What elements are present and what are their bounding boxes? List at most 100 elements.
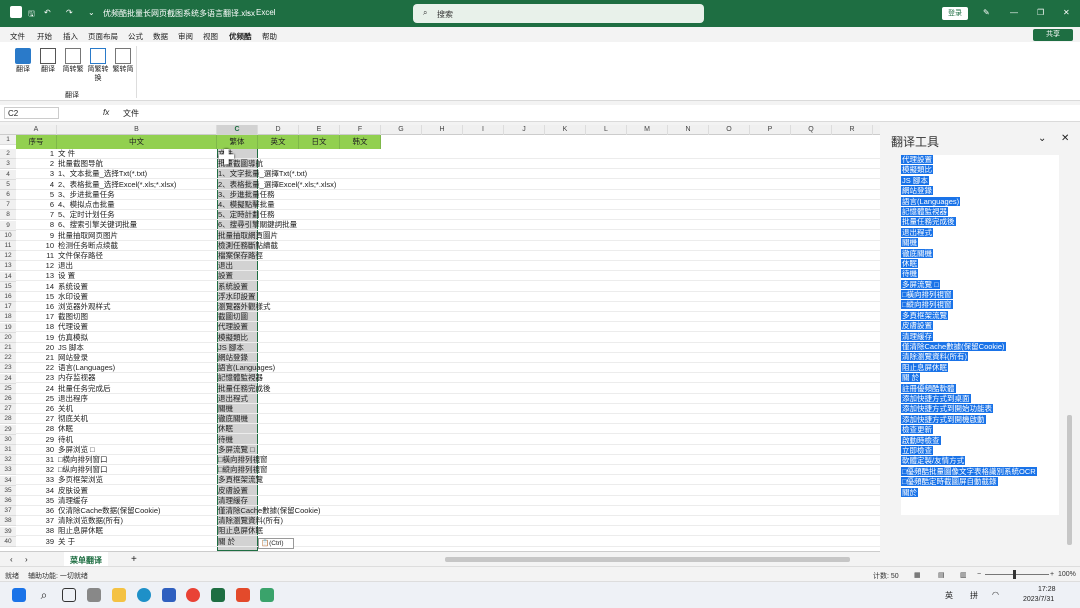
cell-seq[interactable]: 24 (16, 384, 54, 394)
row-header[interactable]: 23 (0, 363, 16, 374)
pane-scrollbar[interactable] (1067, 415, 1072, 545)
translate-doc-button[interactable]: 翻译 (37, 48, 59, 74)
menu-data[interactable]: 数据 (153, 31, 168, 42)
row-header[interactable]: 31 (0, 445, 16, 455)
column-header[interactable]: A (16, 125, 57, 135)
row-header[interactable]: 2 (0, 149, 16, 160)
pane-list-item[interactable]: 模擬類比 (901, 165, 1059, 175)
pane-list-item[interactable]: □優頻酷定時截圖屏自動截錄 (901, 477, 1059, 487)
cell-traditional[interactable]: 記憶體監視器 (218, 373, 263, 383)
save-icon[interactable]: 🖫 (28, 8, 35, 22)
restore-icon[interactable]: ❐ (1037, 8, 1044, 17)
cell-chinese[interactable]: 网站登录 (58, 353, 88, 363)
row-header[interactable]: 20 (0, 332, 16, 343)
page-break-icon[interactable]: ▥ (960, 571, 967, 579)
cell-seq[interactable]: 11 (16, 251, 54, 261)
cell-traditional[interactable]: 5、定時計劃任務 (218, 210, 275, 220)
row-header[interactable]: 7 (0, 200, 16, 211)
row-header[interactable]: 38 (0, 516, 16, 527)
row-header[interactable]: 32 (0, 455, 16, 466)
pane-list-item[interactable]: 多屏流覽 □ (901, 279, 1059, 290)
column-header[interactable]: D (258, 125, 299, 135)
app-blue-icon[interactable] (162, 588, 176, 602)
column-header[interactable]: Q (791, 125, 832, 135)
row-header[interactable]: 19 (0, 322, 16, 333)
menu-view[interactable]: 视图 (203, 31, 218, 42)
menu-formulas[interactable]: 公式 (128, 31, 143, 42)
cell-seq[interactable]: 36 (16, 506, 54, 516)
menu-review[interactable]: 审阅 (178, 31, 193, 42)
cell-seq[interactable]: 1 (16, 149, 54, 159)
minimize-icon[interactable]: — (1010, 8, 1018, 17)
app-green-icon[interactable] (260, 588, 274, 602)
search-taskbar-icon[interactable]: ⌕ (37, 588, 51, 602)
cell-traditional[interactable]: 瀏覽器外觀樣式 (218, 302, 271, 312)
cell-seq[interactable]: 23 (16, 373, 54, 383)
pane-list-item[interactable]: 休眠 (901, 258, 1059, 269)
cell-traditional[interactable]: 待機 (218, 435, 233, 445)
cell-traditional[interactable]: 關 於 (218, 537, 235, 547)
cell-seq[interactable]: 2 (16, 159, 54, 169)
cell-seq[interactable]: 28 (16, 424, 54, 434)
windows-start-icon[interactable] (12, 588, 26, 602)
simp-trad-convert-button[interactable]: 简繁转换 (87, 48, 109, 83)
cell-seq[interactable]: 20 (16, 343, 54, 353)
task-view-icon[interactable] (62, 588, 76, 602)
prev-sheet-icon[interactable]: ‹ (10, 555, 13, 564)
cell-traditional[interactable]: 批量抽取網頁圖片 (218, 231, 278, 241)
header-cell[interactable]: 英文 (258, 135, 299, 149)
cell-seq[interactable]: 19 (16, 333, 54, 343)
cell-seq[interactable]: 17 (16, 312, 54, 322)
pane-list-item[interactable]: 多頁框架流覽 (901, 310, 1059, 321)
pane-list-item[interactable]: □橫向排列視窗 (901, 290, 1059, 300)
row-header[interactable]: 4 (0, 169, 16, 180)
ime-indicator[interactable]: 拼 (970, 590, 978, 601)
cell-seq[interactable]: 38 (16, 526, 54, 536)
lang-indicator[interactable]: 英 (945, 590, 953, 601)
row-header[interactable]: 26 (0, 394, 16, 404)
cell-seq[interactable]: 9 (16, 231, 54, 241)
cell-seq[interactable]: 30 (16, 445, 54, 455)
pane-list-item[interactable]: 添加快捷方式到開始功能表 (901, 404, 1059, 414)
pane-list-item[interactable]: □優頻酷批量圖像文字表格識別系統OCR (901, 466, 1059, 477)
cell-chinese[interactable]: 系统设置 (58, 282, 88, 292)
zoom-out-icon[interactable]: − (977, 571, 981, 578)
cell-chinese[interactable]: 关 于 (58, 537, 75, 547)
cell-traditional[interactable]: 3、步進批量任務 (218, 190, 275, 200)
cell-traditional[interactable]: 4、模擬點擊批量 (218, 200, 275, 210)
cell-seq[interactable]: 35 (16, 496, 54, 506)
row-header[interactable]: 5 (0, 179, 16, 190)
cell-traditional[interactable]: 關機 (218, 404, 233, 414)
cell-traditional[interactable]: 代理設置 (218, 322, 248, 332)
cell-traditional[interactable]: 僅清除Cache數據(保留Cookie) (218, 506, 321, 516)
pane-list-item[interactable]: JS 腳本 (901, 175, 1059, 186)
cell-traditional[interactable]: 6、搜尋引擎關鍵詞批量 (218, 220, 297, 230)
cell-chinese[interactable]: 清除浏览数据(所有) (58, 516, 123, 526)
cell-traditional[interactable]: 浮水印設置 (218, 292, 256, 302)
cell-traditional[interactable]: 清除瀏覽資料(所有) (218, 516, 283, 526)
cell-seq[interactable]: 16 (16, 302, 54, 312)
row-header[interactable]: 11 (0, 241, 16, 251)
zoom-slider-thumb[interactable] (1013, 570, 1016, 579)
cell-chinese[interactable]: 彻底关机 (58, 414, 88, 424)
row-header[interactable]: 21 (0, 343, 16, 353)
trad-to-simp-button[interactable]: 繁转简 (112, 48, 134, 74)
cell-traditional[interactable]: JS 腳本 (218, 343, 244, 353)
row-header[interactable]: 36 (0, 496, 16, 506)
column-header[interactable]: R (832, 125, 873, 135)
column-header[interactable]: B (57, 125, 217, 135)
cell-chinese[interactable]: 批量抽取网页图片 (58, 231, 118, 241)
search-box[interactable]: ⌕ 搜索 (413, 4, 704, 23)
row-header[interactable]: 9 (0, 220, 16, 231)
row-header[interactable]: 37 (0, 506, 16, 517)
zoom-in-icon[interactable]: + (1050, 571, 1054, 578)
pane-collapse-icon[interactable]: ⌄ (1038, 133, 1046, 144)
row-header[interactable]: 6 (0, 190, 16, 200)
cell-seq[interactable]: 25 (16, 394, 54, 404)
row-header[interactable]: 33 (0, 465, 16, 476)
chrome-icon[interactable] (186, 588, 200, 602)
cell-chinese[interactable]: □纵向排列窗口 (58, 465, 108, 475)
cell-seq[interactable]: 3 (16, 169, 54, 179)
cell-seq[interactable]: 10 (16, 241, 54, 251)
row-header[interactable]: 24 (0, 373, 16, 384)
